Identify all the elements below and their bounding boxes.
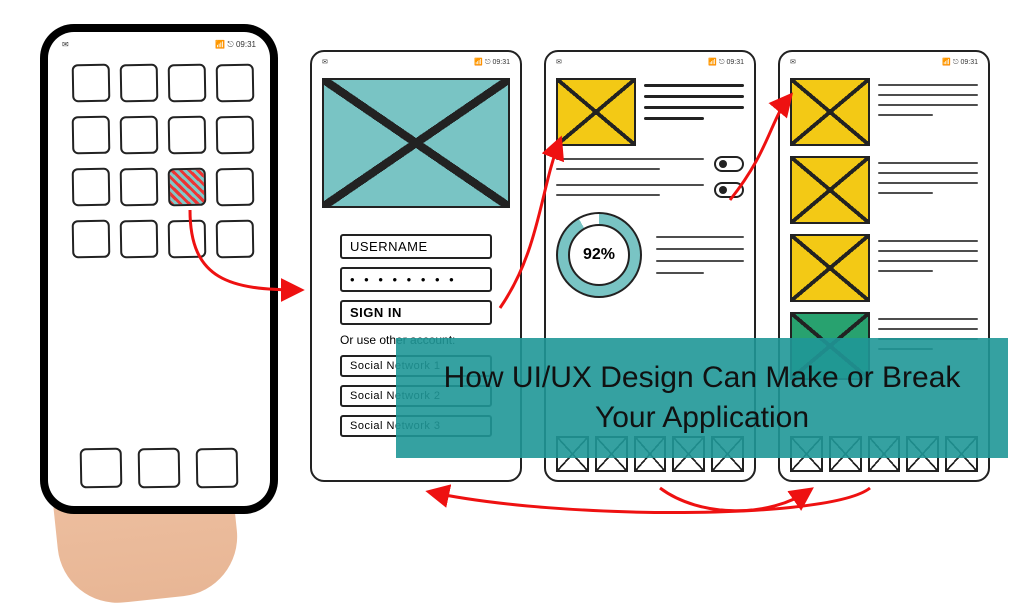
username-field[interactable]: USERNAME bbox=[340, 234, 492, 259]
app-icon[interactable] bbox=[120, 116, 159, 155]
app-icon[interactable] bbox=[216, 116, 255, 155]
thumbnail-placeholder bbox=[790, 78, 870, 146]
text-line bbox=[878, 250, 978, 252]
text-line bbox=[878, 182, 978, 184]
phone-home-screen: ✉ 📶 ⎋ 09:31 bbox=[48, 32, 270, 506]
dock-icon[interactable] bbox=[196, 448, 239, 489]
text-line bbox=[878, 162, 978, 164]
app-icon[interactable] bbox=[120, 168, 159, 207]
app-icon[interactable] bbox=[72, 64, 111, 103]
password-field[interactable]: • • • • • • • • bbox=[340, 267, 492, 292]
status-bar: ✉ 📶 ⎋ 09:31 bbox=[62, 40, 256, 50]
text-line bbox=[878, 104, 978, 106]
text-line bbox=[878, 270, 933, 272]
text-line bbox=[656, 236, 744, 238]
text-line bbox=[878, 114, 933, 116]
status-bar: ✉ 📶 ⎋ 09:31 bbox=[790, 58, 978, 67]
text-line bbox=[878, 328, 978, 330]
text-line bbox=[556, 168, 660, 170]
text-line bbox=[644, 84, 744, 87]
app-grid bbox=[62, 60, 256, 262]
text-line bbox=[556, 184, 704, 186]
text-line bbox=[878, 94, 978, 96]
app-icon[interactable] bbox=[120, 220, 159, 259]
app-icon[interactable] bbox=[120, 64, 159, 103]
text-line bbox=[878, 260, 978, 262]
status-bar: ✉ 📶 ⎋ 09:31 bbox=[556, 58, 744, 67]
status-right: 📶 ⎋ 09:31 bbox=[215, 40, 256, 50]
toggle-switch[interactable] bbox=[714, 182, 744, 198]
text-line bbox=[556, 158, 704, 160]
app-icon[interactable] bbox=[168, 64, 207, 103]
thumbnail-placeholder bbox=[790, 156, 870, 224]
phone-device: ✉ 📶 ⎋ 09:31 bbox=[40, 24, 278, 514]
text-line bbox=[644, 106, 744, 109]
dock-icon[interactable] bbox=[138, 448, 181, 489]
text-line bbox=[878, 192, 933, 194]
text-line bbox=[644, 117, 704, 120]
thumbnail-placeholder bbox=[556, 78, 636, 146]
app-icon[interactable] bbox=[72, 116, 111, 155]
text-line bbox=[878, 240, 978, 242]
hero-image-placeholder bbox=[322, 78, 510, 208]
text-line bbox=[556, 194, 660, 196]
app-icon[interactable] bbox=[216, 168, 255, 207]
app-icon[interactable] bbox=[168, 220, 207, 259]
text-line bbox=[878, 172, 978, 174]
signin-button[interactable]: SIGN IN bbox=[340, 300, 492, 325]
text-line bbox=[656, 272, 704, 274]
status-bar: ✉ 📶 ⎋ 09:31 bbox=[322, 58, 510, 67]
text-line bbox=[878, 84, 978, 86]
thumbnail-placeholder bbox=[790, 234, 870, 302]
app-icon[interactable] bbox=[168, 116, 207, 155]
text-line bbox=[656, 248, 744, 250]
app-icon-selected[interactable] bbox=[168, 168, 207, 207]
app-icon[interactable] bbox=[72, 220, 111, 259]
status-left: ✉ bbox=[62, 40, 69, 50]
progress-value: 92% bbox=[583, 246, 615, 264]
title-overlay: How UI/UX Design Can Make or Break Your … bbox=[396, 338, 1008, 458]
progress-donut: 92% bbox=[556, 212, 642, 298]
text-line bbox=[656, 260, 744, 262]
dock-icon[interactable] bbox=[80, 448, 123, 489]
app-icon[interactable] bbox=[72, 168, 111, 207]
toggle-switch[interactable] bbox=[714, 156, 744, 172]
headline: How UI/UX Design Can Make or Break Your … bbox=[424, 358, 980, 439]
app-icon[interactable] bbox=[216, 220, 255, 259]
app-icon[interactable] bbox=[216, 64, 255, 103]
text-line bbox=[878, 318, 978, 320]
text-line bbox=[644, 95, 744, 98]
dock bbox=[48, 448, 270, 488]
